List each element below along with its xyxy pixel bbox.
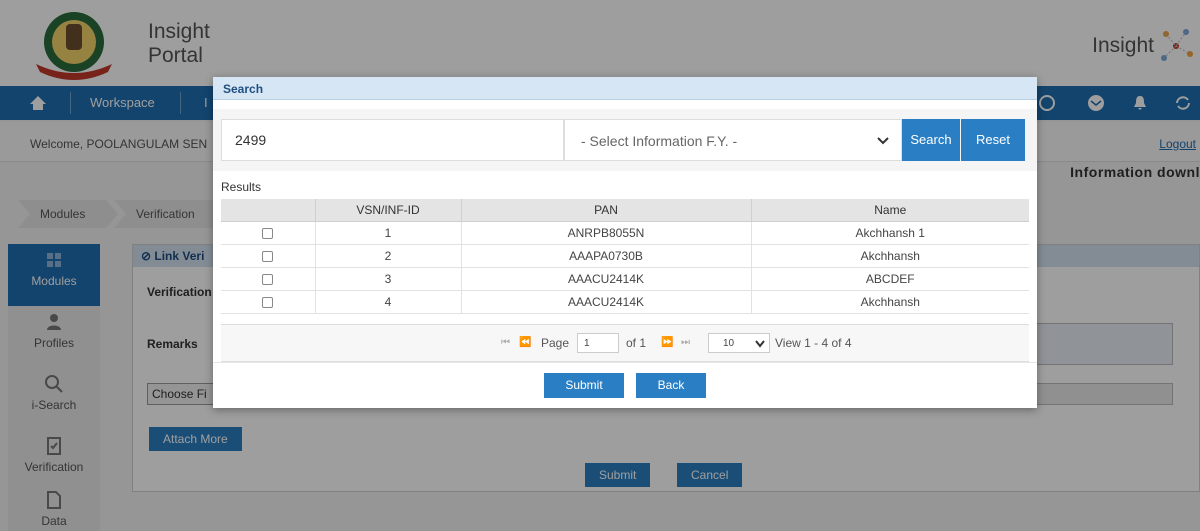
chevron-down-icon xyxy=(877,137,889,145)
rows-per-page-select[interactable]: 10 xyxy=(708,333,770,353)
page-number-input[interactable] xyxy=(577,333,619,353)
cell-id: 1 xyxy=(315,221,462,245)
search-input[interactable] xyxy=(221,119,564,161)
cell-pan: AAACU2414K xyxy=(461,290,752,314)
cell-name: Akchhansh 1 xyxy=(751,221,1029,245)
modal-title: Search xyxy=(223,82,264,96)
cell-pan: ANRPB8055N xyxy=(461,221,752,245)
fy-select[interactable]: - Select Information F.Y. - xyxy=(564,119,902,161)
search-bar: - Select Information F.Y. - Search Reset xyxy=(213,109,1037,171)
table-row[interactable]: 3 AAACU2414K ABCDEF xyxy=(221,267,1029,291)
results-table: VSN/INF-ID PAN Name 1 ANRPB8055N Akchhan… xyxy=(221,199,1029,314)
row-checkbox[interactable] xyxy=(262,250,274,262)
cell-name: Akchhansh xyxy=(751,290,1029,314)
search-modal: Search - Select Information F.Y. - Searc… xyxy=(213,77,1037,408)
page-label: Page xyxy=(541,336,570,350)
pagination-bar: ⏮ ⏪ Page of 1 ⏩ ⏭ 10 View 1 - 4 of 4 xyxy=(221,324,1029,362)
modal-footer-divider xyxy=(213,362,1037,363)
column-header-select xyxy=(221,199,316,222)
rows-per-page-value: 10 xyxy=(723,338,735,349)
modal-back-button[interactable]: Back xyxy=(636,373,706,398)
cell-name: Akchhansh xyxy=(751,244,1029,268)
next-page-icon[interactable]: ⏩ xyxy=(661,337,673,348)
cell-pan: AAACU2414K xyxy=(461,267,752,291)
results-label: Results xyxy=(221,180,262,194)
table-row[interactable]: 1 ANRPB8055N Akchhansh 1 xyxy=(221,221,1029,245)
column-header-id[interactable]: VSN/INF-ID xyxy=(315,199,462,222)
column-header-pan[interactable]: PAN xyxy=(461,199,752,222)
table-row[interactable]: 4 AAACU2414K Akchhansh xyxy=(221,290,1029,314)
column-header-name[interactable]: Name xyxy=(751,199,1029,222)
search-button[interactable]: Search xyxy=(902,119,960,161)
chevron-down-icon xyxy=(755,340,765,348)
fy-select-value: - Select Information F.Y. - xyxy=(581,133,738,149)
modal-submit-button[interactable]: Submit xyxy=(544,373,624,398)
row-checkbox-cell xyxy=(221,290,316,314)
cell-id: 3 xyxy=(315,267,462,291)
row-checkbox-cell xyxy=(221,244,316,268)
modal-header: Search xyxy=(213,77,1037,100)
page-of-label: of 1 xyxy=(626,336,647,350)
cell-pan: AAAPA0730B xyxy=(461,244,752,268)
row-checkbox-cell xyxy=(221,267,316,291)
table-row[interactable]: 2 AAAPA0730B Akchhansh xyxy=(221,244,1029,268)
prev-page-icon[interactable]: ⏪ xyxy=(519,337,531,348)
row-checkbox-cell xyxy=(221,221,316,245)
table-header-row: VSN/INF-ID PAN Name xyxy=(221,199,1029,222)
first-page-icon[interactable]: ⏮ xyxy=(501,337,510,348)
row-checkbox[interactable] xyxy=(262,273,274,285)
view-range-text: View 1 - 4 of 4 xyxy=(775,336,852,350)
cell-id: 4 xyxy=(315,290,462,314)
row-checkbox[interactable] xyxy=(262,227,274,239)
cell-id: 2 xyxy=(315,244,462,268)
last-page-icon[interactable]: ⏭ xyxy=(681,337,690,348)
row-checkbox[interactable] xyxy=(262,296,274,308)
reset-button[interactable]: Reset xyxy=(961,119,1025,161)
cell-name: ABCDEF xyxy=(751,267,1029,291)
